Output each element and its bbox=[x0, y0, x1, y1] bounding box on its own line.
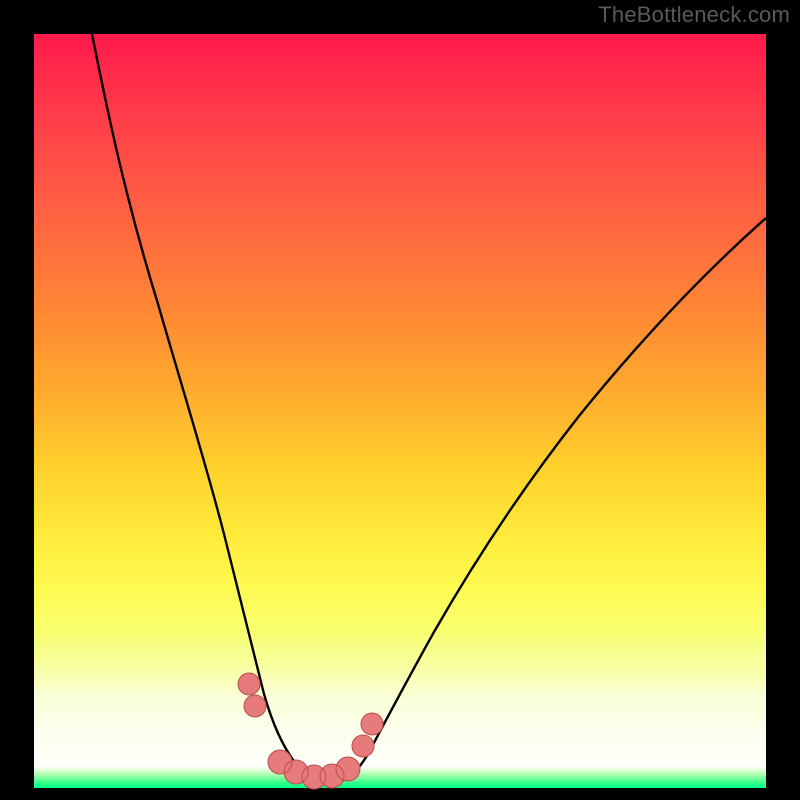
bottleneck-curve bbox=[92, 34, 766, 783]
valley-markers bbox=[238, 673, 383, 789]
chart-frame: TheBottleneck.com bbox=[0, 0, 800, 800]
curve-layer bbox=[34, 34, 766, 788]
watermark-text: TheBottleneck.com bbox=[598, 2, 790, 28]
plot-area bbox=[34, 34, 766, 788]
